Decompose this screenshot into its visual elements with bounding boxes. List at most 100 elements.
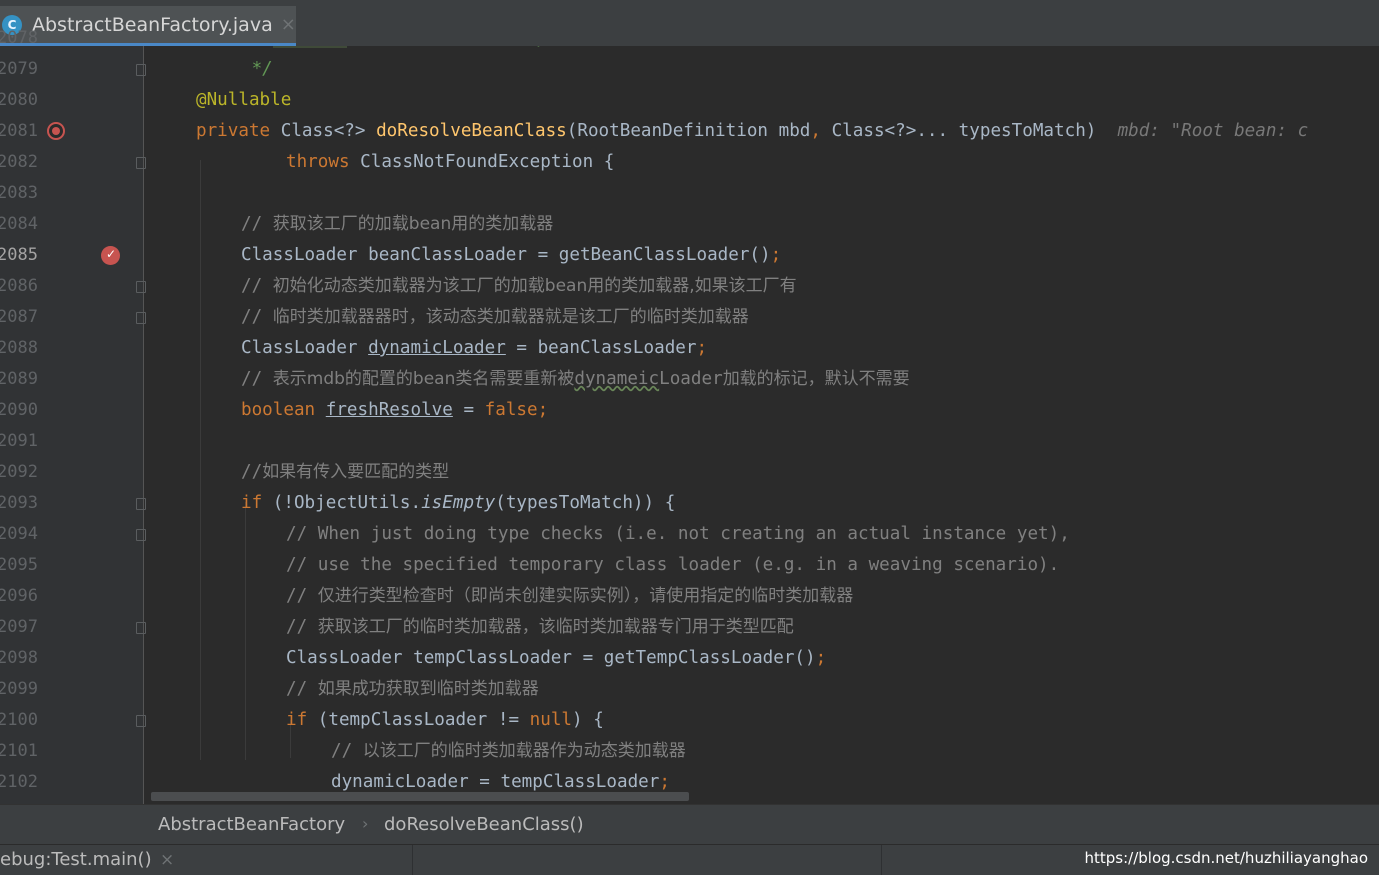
code-line[interactable]: boolean freshResolve = false; xyxy=(241,395,548,426)
code-line[interactable]: // 仅进行类型检查时（即尚未创建实际实例），请使用指定的临时类加载器 xyxy=(286,581,853,612)
code-token: // xyxy=(286,679,318,699)
fold-marker-icon[interactable] xyxy=(136,281,146,293)
code-token: ClassLoader tempClassLoader = getTempCla… xyxy=(286,648,816,668)
code-token: 如果有传入要匹配的类型 xyxy=(262,462,450,482)
breadcrumb: AbstractBeanFactory › doResolveBeanClass… xyxy=(0,804,1379,845)
code-line[interactable]: // When just doing type checks (i.e. not… xyxy=(286,519,1070,550)
line-number: 2086 xyxy=(0,276,38,296)
code-token: freshResolve xyxy=(325,400,453,420)
code-token: , xyxy=(810,121,832,141)
fold-marker-icon[interactable] xyxy=(136,157,146,169)
code-token: = beanClassLoader xyxy=(505,338,697,358)
fold-marker-icon[interactable] xyxy=(136,715,146,727)
code-line[interactable]: // 获取该工厂的加载bean用的类加载器 xyxy=(241,209,553,240)
code-line[interactable]: // 初始化动态类加载器为该工厂的加载bean用的类加载器,如果该工厂有 xyxy=(241,271,797,302)
breadcrumb-class[interactable]: AbstractBeanFactory xyxy=(158,805,345,845)
code-line[interactable]: @Nullable xyxy=(196,85,291,116)
code-token: null xyxy=(529,710,573,730)
code-token: 初始化动态类加载器为该工厂的加载bean用的类加载器,如果该工厂有 xyxy=(272,276,797,296)
code-token: isEmpty xyxy=(421,493,496,513)
code-token: Class<?> xyxy=(280,121,377,141)
code-line[interactable]: // 以该工厂的临时类加载器作为动态类加载器 xyxy=(331,736,686,767)
code-line[interactable]: ClassLoader beanClassLoader = getBeanCla… xyxy=(241,240,781,271)
close-tab-icon[interactable]: × xyxy=(281,14,296,35)
code-line[interactable]: ClassLoader dynamicLoader = beanClassLoa… xyxy=(241,333,707,364)
code-token: // use the specified temporary class loa… xyxy=(286,555,1060,575)
code-token: (!ObjectUtils. xyxy=(272,493,422,513)
code-token: 获取该工厂的临时类加载器，该临时类加载器专门用于类型匹配 xyxy=(317,617,794,637)
fold-marker-icon[interactable] xyxy=(136,312,146,324)
code-token: ; xyxy=(659,772,670,792)
line-number: 2079 xyxy=(0,59,38,79)
code-token: dynamicLoader xyxy=(368,338,506,358)
code-token: // xyxy=(241,214,273,234)
line-number: 2082 xyxy=(0,152,38,172)
line-number: 2096 xyxy=(0,586,38,606)
code-line[interactable]: * @throws ClassNotFoundException xyxy=(241,46,591,54)
line-number: 2101 xyxy=(0,741,38,761)
code-line[interactable]: // use the specified temporary class loa… xyxy=(286,550,1059,581)
debug-session-tab[interactable]: ebug:Test.main() xyxy=(0,845,152,875)
code-token: // When just doing type checks (i.e. not… xyxy=(286,524,1070,544)
code-token: Loader xyxy=(659,369,723,389)
file-tab[interactable]: C AbstractBeanFactory.java × xyxy=(0,6,296,46)
code-line[interactable]: throws ClassNotFoundException { xyxy=(286,147,614,178)
line-number: 2084 xyxy=(0,214,38,234)
code-token: throws xyxy=(286,152,361,172)
code-token: // xyxy=(331,741,363,761)
watermark-url: https://blog.csdn.net/huzhiliayanghao xyxy=(1084,849,1368,867)
code-token: 仅进行类型检查时（即尚未创建实际实例），请使用指定的临时类加载器 xyxy=(317,586,854,606)
line-number: 2099 xyxy=(0,679,38,699)
code-token: (RootBeanDefinition mbd xyxy=(566,121,811,141)
fold-marker-icon[interactable] xyxy=(136,64,146,76)
code-token: 获取该工厂的加载bean用的类加载器 xyxy=(272,214,554,234)
breadcrumb-method[interactable]: doResolveBeanClass() xyxy=(384,805,584,845)
code-line[interactable]: private Class<?> doResolveBeanClass(Root… xyxy=(196,116,1308,147)
close-debug-tab-icon[interactable]: × xyxy=(160,845,174,875)
code-token: // xyxy=(241,462,263,482)
code-line[interactable]: // 获取该工厂的临时类加载器，该临时类加载器专门用于类型匹配 xyxy=(286,612,794,643)
code-token: @Nullable xyxy=(196,90,292,110)
fold-marker-icon[interactable] xyxy=(136,622,146,634)
line-number: 2088 xyxy=(0,338,38,358)
breadcrumb-separator-icon: › xyxy=(362,814,369,833)
code-token: ClassLoader xyxy=(241,338,369,358)
code-token: @throws xyxy=(272,46,347,48)
code-token: // xyxy=(241,307,273,327)
indent-guide xyxy=(200,160,201,760)
code-token: // xyxy=(241,369,273,389)
code-line[interactable]: */ xyxy=(241,54,273,85)
code-token: // xyxy=(241,276,273,296)
code-token: if xyxy=(241,493,273,513)
code-line[interactable]: // 临时类加载器器时，该动态类加载器就是该工厂的临时类加载器 xyxy=(241,302,749,333)
code-token: doResolveBeanClass xyxy=(376,121,567,141)
code-editor[interactable]: * @throws ClassNotFoundException */ @Null… xyxy=(144,46,1379,804)
code-token: ClassLoader beanClassLoader = getBeanCla… xyxy=(241,245,771,265)
line-number: 2081 xyxy=(0,121,38,141)
line-number: 2095 xyxy=(0,555,38,575)
code-token: ) { xyxy=(572,710,604,730)
code-token: 临时类加载器器时，该动态类加载器就是该工厂的临时类加载器 xyxy=(272,307,749,327)
line-number: 2083 xyxy=(0,183,38,203)
code-token: 加载的标记，默认不需要 xyxy=(722,369,910,389)
code-line[interactable]: ClassLoader tempClassLoader = getTempCla… xyxy=(286,643,826,674)
code-token: ; xyxy=(770,245,782,265)
breakpoint-icon[interactable]: ✓ xyxy=(101,246,120,265)
code-token: boolean xyxy=(241,400,326,420)
fold-marker-icon[interactable] xyxy=(136,529,146,541)
code-token: if xyxy=(286,710,318,730)
method-breakpoint-dot-icon xyxy=(52,127,60,135)
code-token: 表示mdb的配置的bean类名需要重新被 xyxy=(272,369,575,389)
code-token: (typesToMatch)) { xyxy=(495,493,676,513)
line-number: 2087 xyxy=(0,307,38,327)
code-line[interactable]: // 表示mdb的配置的bean类名需要重新被dynameicLoader加载的… xyxy=(241,364,910,395)
code-line[interactable]: // 如果成功获取到临时类加载器 xyxy=(286,674,539,705)
fold-marker-icon[interactable] xyxy=(136,498,146,510)
code-line[interactable]: if (!ObjectUtils.isEmpty(typesToMatch)) … xyxy=(241,488,675,519)
code-token: * xyxy=(241,46,273,48)
code-line[interactable]: //如果有传入要匹配的类型 xyxy=(241,457,449,488)
horizontal-scrollbar[interactable] xyxy=(151,792,689,801)
code-line[interactable]: if (tempClassLoader != null) { xyxy=(286,705,604,736)
method-breakpoint-icon[interactable] xyxy=(47,122,65,140)
code-token: Class<?>... typesToMatch) xyxy=(831,121,1118,141)
